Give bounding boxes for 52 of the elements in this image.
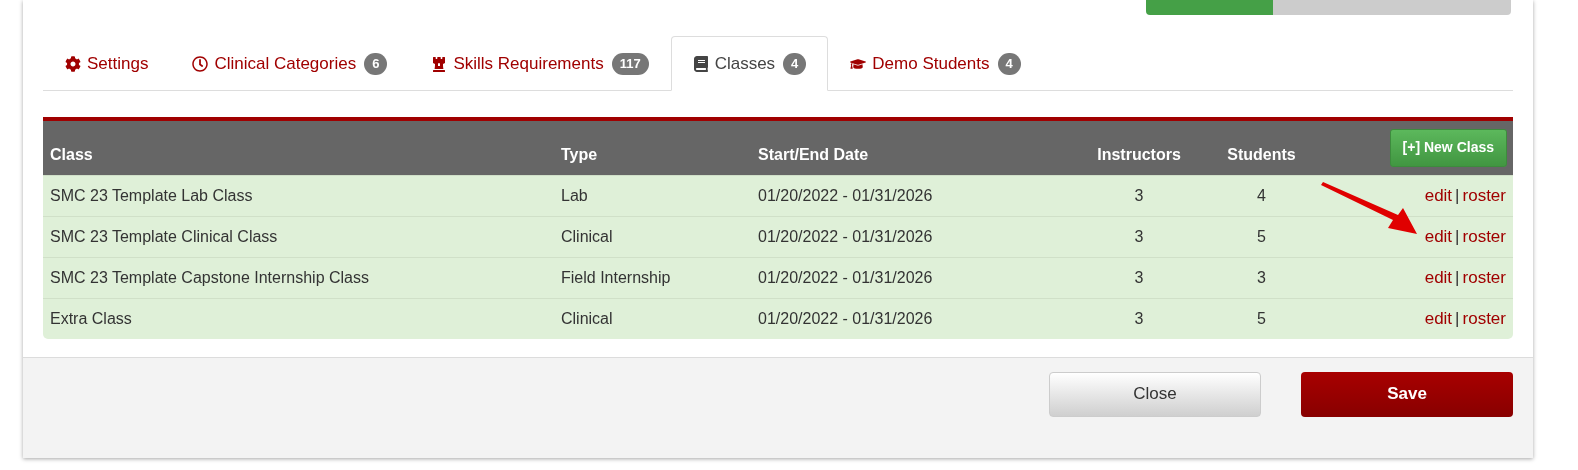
table-cell: 3: [1134, 268, 1144, 286]
table-cell: 01/20/2022 - 01/31/2026: [758, 227, 933, 245]
clock-icon: [192, 55, 209, 72]
column-header: Instructors: [1064, 121, 1214, 175]
table-cell: 01/20/2022 - 01/31/2026: [758, 309, 933, 327]
tab[interactable]: Classes 4: [670, 36, 829, 91]
table-cell: SMC 23 Template Lab Class: [50, 186, 253, 204]
table-cell: 3: [1134, 186, 1144, 204]
count-badge: 4: [997, 52, 1021, 75]
table-cell: 5: [1257, 309, 1266, 327]
table-cell: Clinical: [561, 309, 613, 327]
table-cell: 3: [1134, 309, 1144, 327]
edit-link[interactable]: edit: [1424, 267, 1453, 287]
tab[interactable]: Skills Requirements 117: [409, 36, 671, 91]
tab[interactable]: Clinical Categories 6: [170, 36, 410, 91]
separator: |: [1455, 185, 1460, 205]
count-badge: 4: [783, 52, 807, 75]
separator: |: [1455, 309, 1460, 328]
table-cell: 01/20/2022 - 01/31/2026: [758, 186, 933, 204]
column-header: Students: [1214, 121, 1309, 175]
table-cell: Clinical: [561, 227, 613, 245]
edit-link[interactable]: edit: [1424, 185, 1453, 205]
tab[interactable]: Demo Students 4: [828, 36, 1043, 91]
edit-link[interactable]: edit: [1424, 309, 1453, 328]
count-badge: 117: [611, 52, 649, 75]
roster-link[interactable]: roster: [1462, 267, 1506, 287]
save-button[interactable]: Save: [1301, 371, 1513, 417]
rook-icon: [431, 55, 448, 72]
roster-link[interactable]: roster: [1462, 185, 1506, 205]
table-cell: 3: [1257, 268, 1266, 286]
table-cell: 3: [1134, 227, 1144, 245]
table-cell: 5: [1257, 227, 1266, 245]
roster-link[interactable]: roster: [1462, 226, 1506, 246]
column-header: Start/End Date: [751, 121, 1064, 175]
table-cell: Field Internship: [561, 268, 671, 286]
table-cell: 4: [1257, 186, 1266, 204]
column-header: Class: [43, 121, 554, 175]
close-button[interactable]: Close: [1049, 371, 1261, 417]
book-icon: [692, 55, 709, 72]
count-badge: 6: [364, 52, 388, 75]
table-cell: Lab: [561, 186, 588, 204]
table-cell: SMC 23 Template Capstone Internship Class: [50, 268, 369, 286]
table-cell: SMC 23 Template Clinical Class: [50, 227, 278, 245]
separator: |: [1455, 226, 1460, 246]
table-cell: 01/20/2022 - 01/31/2026: [758, 268, 933, 286]
separator: |: [1455, 267, 1460, 287]
edit-link[interactable]: edit: [1424, 226, 1453, 246]
gear-icon: [65, 55, 81, 72]
roster-link[interactable]: roster: [1462, 309, 1506, 328]
table-cell: Extra Class: [50, 309, 132, 327]
column-header: Type: [554, 121, 751, 175]
tab[interactable]: Settings: [43, 36, 171, 91]
